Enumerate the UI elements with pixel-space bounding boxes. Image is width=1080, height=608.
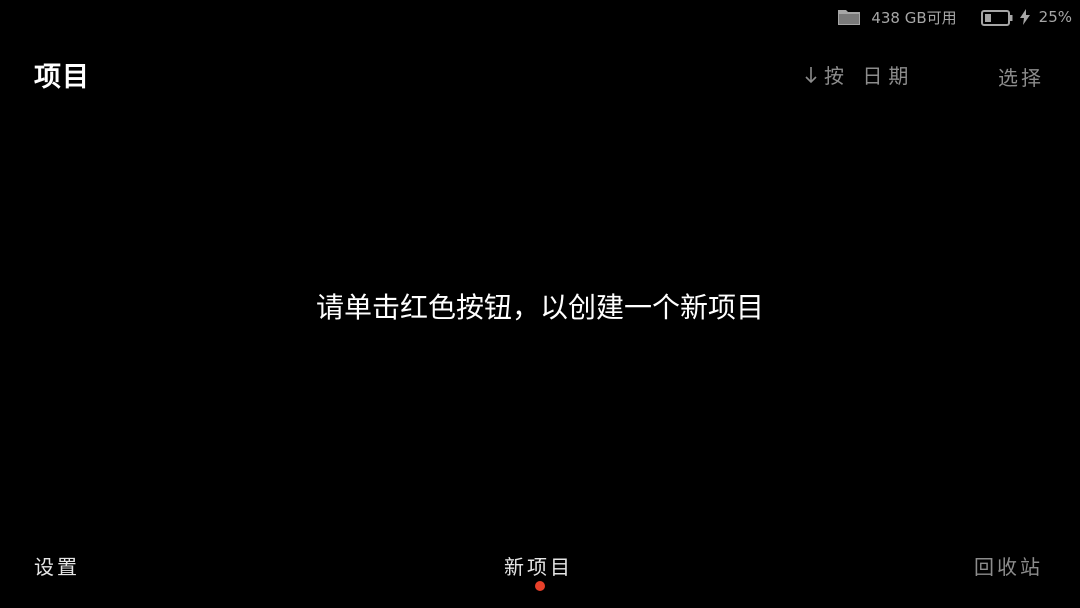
charging-bolt-icon [1019,9,1031,25]
settings-button[interactable]: 设置 [34,551,80,580]
select-button[interactable]: 选择 [998,62,1044,91]
storage-available-text: 438 GB可用 [871,8,957,27]
status-bar: 438 GB可用 25% [837,6,1072,28]
empty-state-message: 请单击红色按钮，以创建一个新项目 [315,291,764,324]
battery-percentage: 25% [1038,8,1072,26]
page-title: 项目 [34,62,90,93]
battery-icon [980,9,1013,26]
folder-icon [837,8,861,26]
trash-button[interactable]: 回收站 [974,551,1043,580]
active-tab-indicator [535,581,545,591]
new-project-tab[interactable]: 新项目 [504,551,573,580]
sort-by-date-button[interactable]: 按 日期 [804,60,914,89]
sort-label: 按 日期 [824,64,915,88]
sort-arrow-down-icon [804,65,818,85]
